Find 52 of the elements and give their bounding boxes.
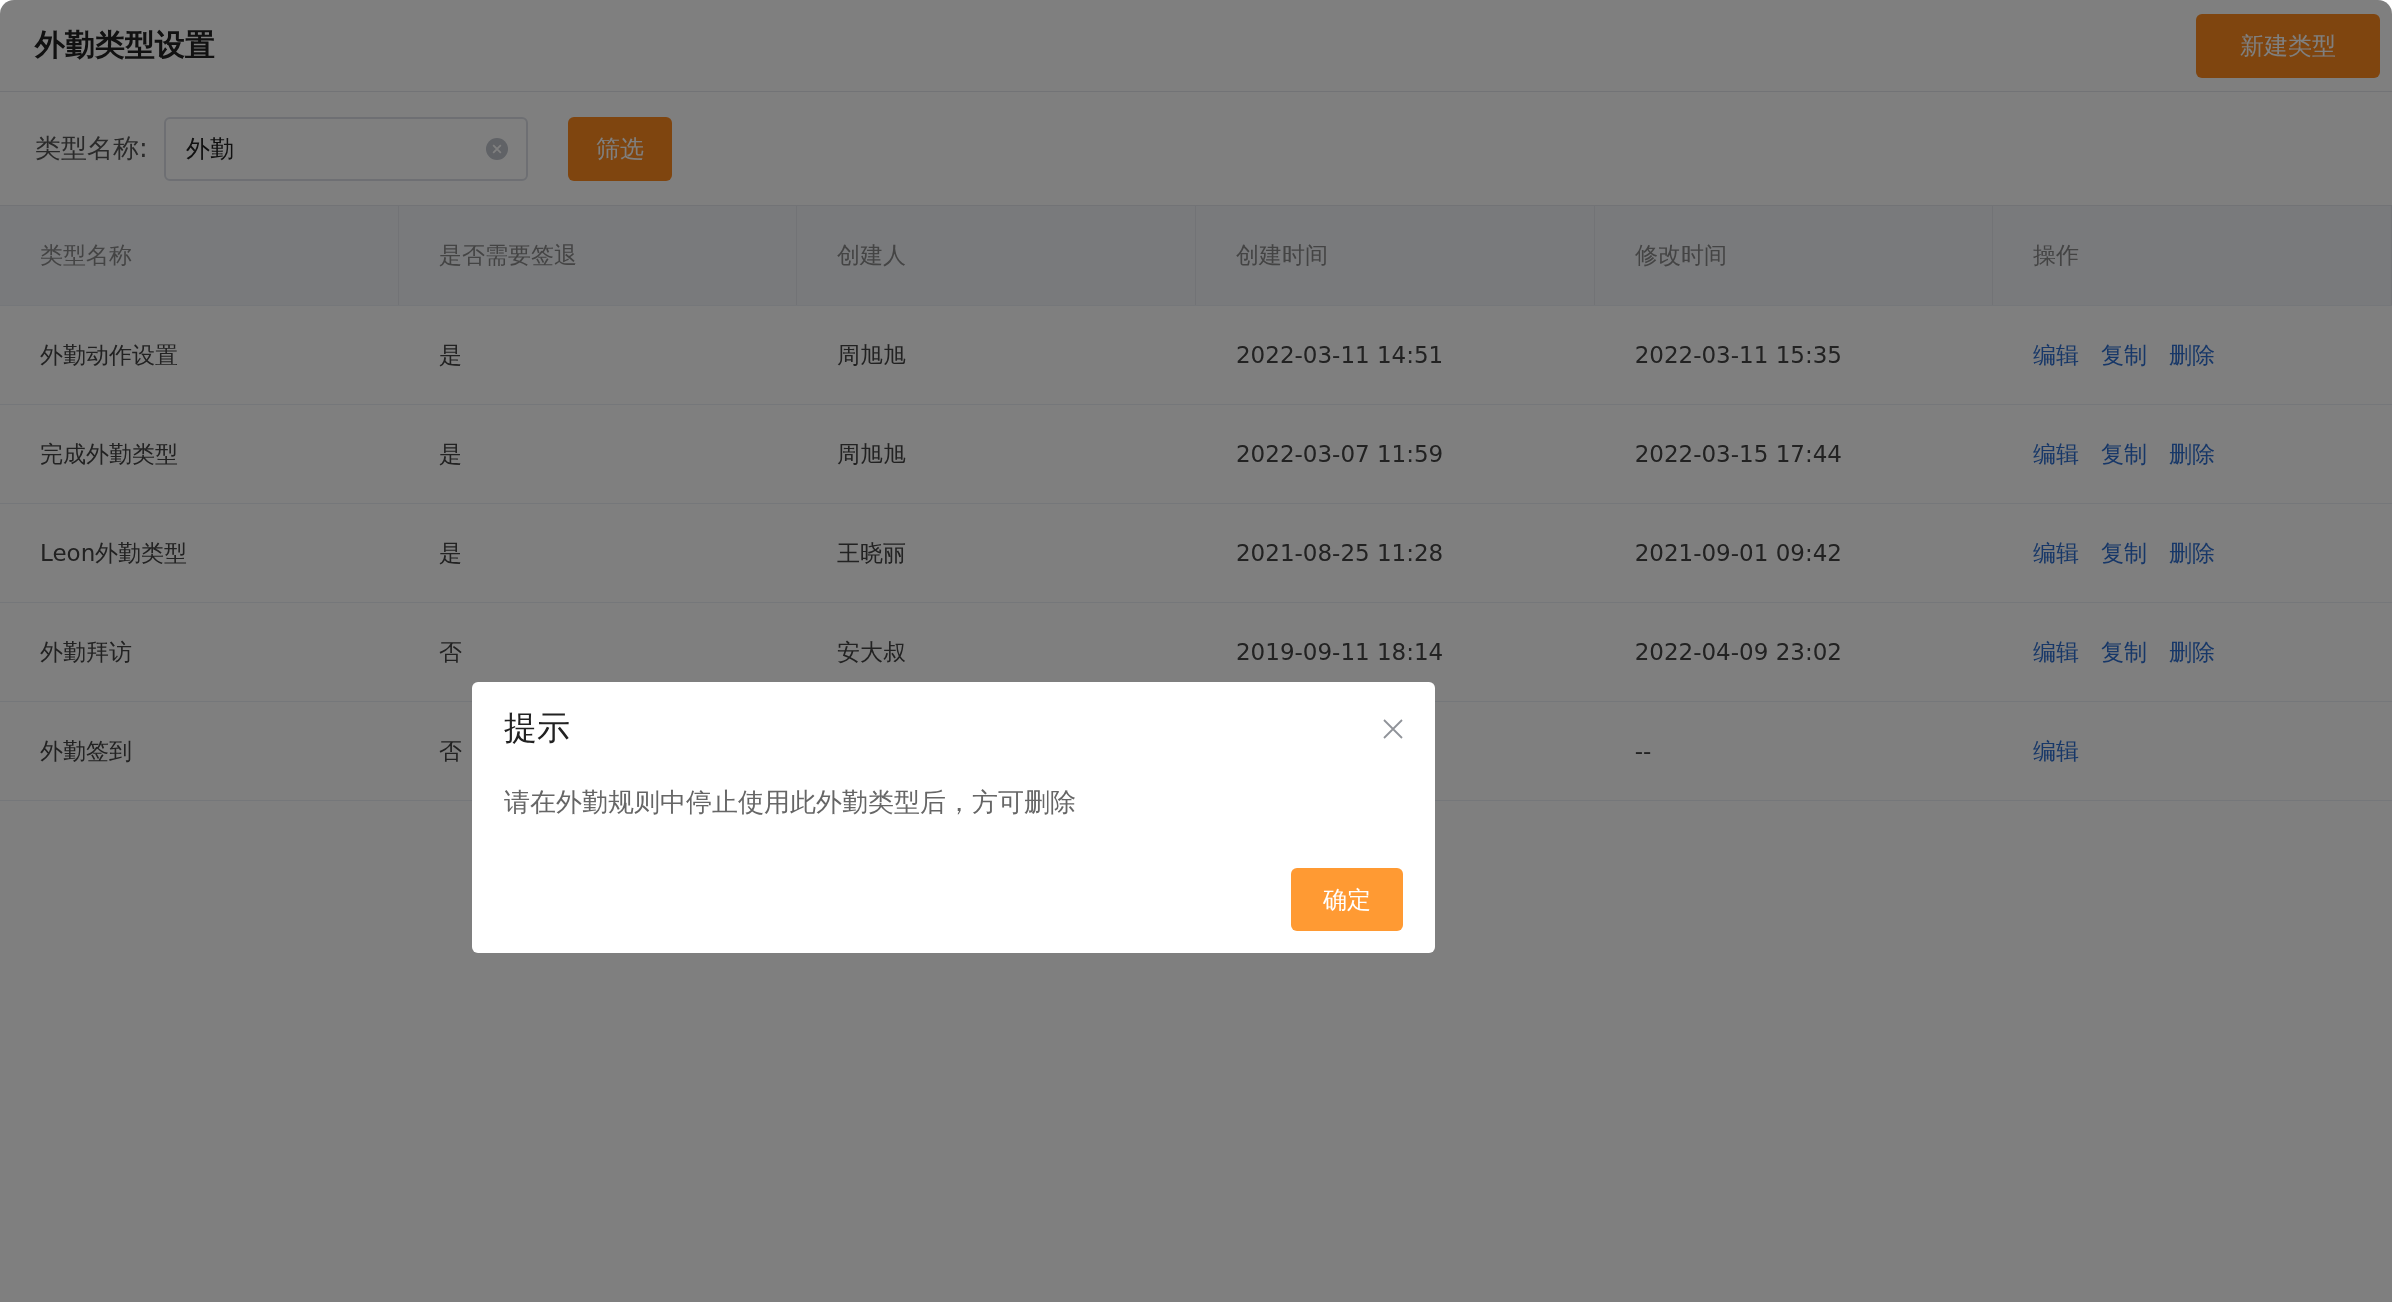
action-link[interactable]: 删除 [2169,537,2216,569]
confirm-button[interactable]: 确定 [1291,868,1403,931]
type-name-field[interactable]: 外勤 [163,116,528,181]
created-time-cell: 2021-08-25 11:28 [1236,540,1444,566]
type-name-cell-text: 外勤动作设置 [40,340,178,370]
checkout-cell-text: 否 [438,736,462,766]
creator-cell-text: 王晓丽 [837,538,907,568]
type-name-cell-text: 外勤拜访 [40,637,132,667]
action-link[interactable]: 编辑 [2033,735,2080,767]
creator-cell-text: 周旭旭 [837,439,907,469]
modified-time-cell: 2021-09-01 09:42 [1634,540,1842,566]
checkout-cell-text: 是 [438,439,462,469]
action-link[interactable]: 编辑 [2033,339,2080,371]
dialog-title: 提示 [504,707,570,749]
column-header: 是否需要签退 [398,206,798,305]
checkout-cell-text: 否 [438,637,462,667]
creator-cell-text: 周旭旭 [837,340,907,370]
page-title: 外勤类型设置 [35,26,215,64]
action-link[interactable]: 删除 [2169,438,2216,470]
action-link[interactable]: 删除 [2169,636,2216,668]
created-time-cell: 2022-03-07 11:59 [1236,441,1444,467]
column-header: 类型名称 [0,206,399,305]
column-header: 创建人 [797,206,1196,305]
type-name-cell-text: 完成外勤类型 [40,439,178,469]
filter-button[interactable]: 筛选 [567,116,672,181]
action-link[interactable]: 复制 [2101,537,2148,569]
action-link[interactable]: 复制 [2101,438,2148,470]
filter-label: 类型名称: [35,132,148,165]
action-link[interactable]: 删除 [2169,339,2216,371]
close-icon[interactable] [1383,718,1403,739]
created-time-cell: 2019-09-11 18:14 [1236,639,1444,665]
modified-time-cell: 2022-03-11 15:35 [1634,342,1842,368]
action-link[interactable]: 复制 [2101,636,2148,668]
action-link[interactable]: 复制 [2101,339,2148,371]
column-header: 修改时间 [1594,206,1994,305]
type-name-cell-text: Leon外勤类型 [40,538,188,568]
clear-icon[interactable] [485,137,508,160]
action-link[interactable]: 编辑 [2033,636,2080,668]
dialog-message: 请在外勤规则中停止使用此外勤类型后，方可删除 [504,786,1077,819]
column-header: 创建时间 [1196,206,1595,305]
new-type-button[interactable]: 新建类型 [2196,13,2380,78]
creator-cell-text: 安大叔 [837,637,907,667]
type-name-cell-text: 外勤签到 [40,736,132,766]
modified-time-cell: 2022-04-09 23:02 [1634,639,1842,665]
modified-time-cell: 2022-03-15 17:44 [1634,441,1842,467]
checkout-cell-text: 是 [438,340,462,370]
action-link[interactable]: 编辑 [2033,438,2080,470]
created-time-cell: 2022-03-11 14:51 [1236,342,1444,368]
action-link[interactable]: 编辑 [2033,537,2080,569]
modified-time-cell: -- [1634,738,1652,764]
column-header: 操作 [1993,206,2392,305]
checkout-cell-text: 是 [438,538,462,568]
